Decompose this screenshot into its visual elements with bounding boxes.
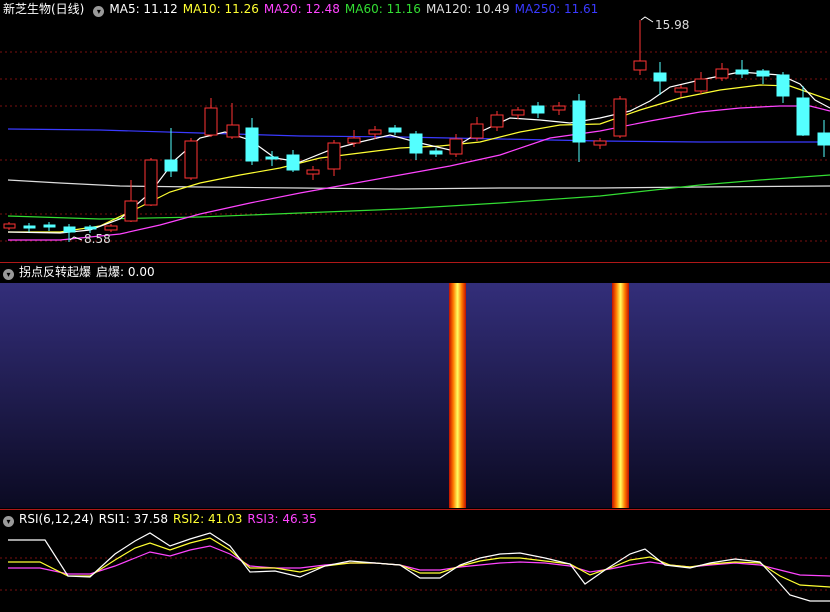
indicator-chart[interactable] <box>0 283 830 509</box>
low-price-label: 8.58 <box>84 232 111 246</box>
high-price-label: 15.98 <box>655 18 689 32</box>
indicator-legend: ▾ 拐点反转起爆 启爆: 0.00 <box>0 263 160 281</box>
rsi1-line <box>8 532 830 602</box>
rsi2-line <box>8 537 830 588</box>
indicator-pane[interactable]: ▾ 拐点反转起爆 启爆: 0.00 <box>0 263 830 509</box>
indicator-title: 拐点反转起爆 <box>19 265 92 279</box>
signal-bar <box>449 283 466 508</box>
price-pane[interactable]: 新芝生物(日线) ▾ MA5: 11.12 MA10: 11.26 MA20: 12.4… <box>0 0 830 262</box>
rsi-chart[interactable] <box>0 510 830 612</box>
collapse-toggle-icon[interactable]: ▾ <box>3 269 14 280</box>
indicator-value: 启爆: 0.00 <box>96 265 155 279</box>
high-marker-pointer <box>640 16 654 23</box>
price-chart[interactable]: 15.98 8.58 <box>0 0 830 262</box>
rsi-pane[interactable]: ▾ RSI(6,12,24) RSI1: 37.58 RSI2: 41.03 RSI3:… <box>0 510 830 612</box>
signal-bar <box>612 283 629 508</box>
indicator-background <box>0 283 830 508</box>
